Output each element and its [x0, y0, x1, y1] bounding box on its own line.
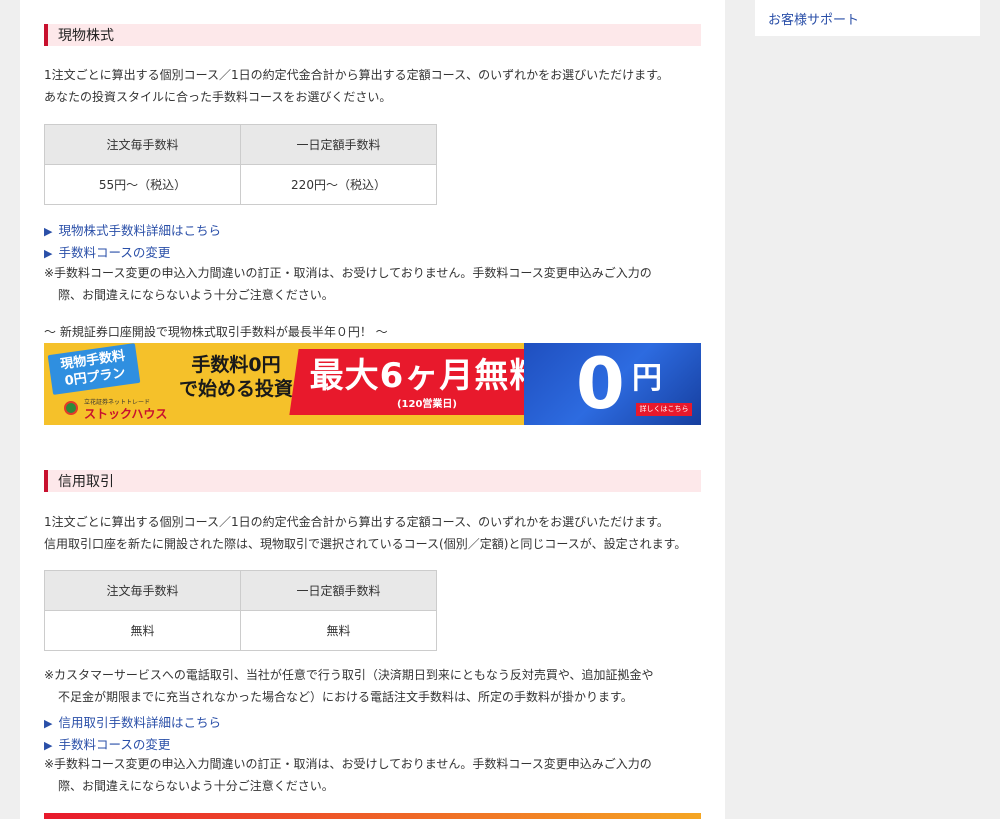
link-text: 現物株式手数料詳細はこちら — [58, 223, 221, 238]
table-header: 一日定額手数料 — [240, 124, 437, 165]
campaign-text: 〜 新規証券口座開設で現物株式取引手数料が最長半年０円！ 〜 — [44, 325, 388, 339]
logo-mark-icon — [64, 401, 78, 415]
spot-fee-detail-link[interactable]: ▶ 現物株式手数料詳細はこちら — [44, 220, 221, 239]
section-heading-text: 現物株式 — [58, 28, 114, 44]
intro-line: 1注文ごとに算出する個別コース／1日の約定代金合計から算出する定額コース、のいず… — [44, 515, 669, 529]
table-cell: 無料 — [240, 610, 437, 651]
second-banner-edge[interactable] — [44, 813, 701, 819]
margin-note-phone: ※カスタマーサービスへの電話取引、当社が任意で行う取引（決済期日到来にともなう反… — [44, 664, 704, 708]
section-heading-margin: 信用取引 — [44, 470, 701, 492]
banner-zero: 0 — [576, 343, 625, 425]
margin-fee-detail-link[interactable]: ▶ 信用取引手数料詳細はこちら — [44, 712, 221, 731]
table-header: 注文毎手数料 — [44, 570, 241, 611]
table-cell: 55円〜（税込） — [44, 164, 241, 205]
triangle-right-icon: ▶ — [44, 247, 53, 260]
table-cell: 220円〜（税込） — [240, 164, 437, 205]
spot-note: ※手数料コース変更の申込入力間違いの訂正・取消は、お受けしておりません。手数料コ… — [44, 262, 704, 306]
customer-support-link[interactable]: お客様サポート — [768, 9, 859, 28]
banner-tag: 現物手数料 0円プラン — [47, 343, 141, 395]
banner-copy-main: 手数料0円 で始める投資 — [166, 353, 306, 401]
margin-change-course-link[interactable]: ▶ 手数料コースの変更 — [44, 734, 170, 753]
link-text: 手数料コースの変更 — [58, 737, 171, 752]
intro-line: 信用取引口座を新たに開設された際は、現物取引で選択されているコース(個別／定額)… — [44, 537, 687, 551]
stockhouse-logo: 立花証券ネットトレード ストックハウス — [64, 399, 168, 421]
note-line: 際、お間違えにならないよう十分ご注意ください。 — [58, 288, 334, 302]
note-line: ※手数料コース変更の申込入力間違いの訂正・取消は、お受けしておりません。手数料コ… — [44, 266, 652, 280]
banner-copy-line: で始める投資 — [178, 378, 293, 400]
triangle-right-icon: ▶ — [44, 739, 53, 752]
logo-name: ストックハウス — [84, 407, 168, 421]
note-line: ※手数料コース変更の申込入力間違いの訂正・取消は、お受けしておりません。手数料コ… — [44, 757, 652, 771]
banner-yen: 円 — [632, 361, 662, 396]
triangle-right-icon: ▶ — [44, 225, 53, 238]
table-header: 一日定額手数料 — [240, 570, 437, 611]
table-header: 注文毎手数料 — [44, 124, 241, 165]
spot-intro: 1注文ごとに算出する個別コース／1日の約定代金合計から算出する定額コース、のいず… — [44, 64, 704, 108]
margin-intro: 1注文ごとに算出する個別コース／1日の約定代金合計から算出する定額コース、のいず… — [44, 511, 704, 555]
intro-line: 1注文ごとに算出する個別コース／1日の約定代金合計から算出する定額コース、のいず… — [44, 68, 669, 82]
note-line: 不足金が期限までに充当されなかった場合など）における電話注文手数料は、所定の手数… — [58, 690, 633, 704]
link-text: 手数料コースの変更 — [58, 245, 171, 260]
banner-detail-button[interactable]: 詳しくはこちら — [636, 403, 692, 416]
section-heading-text: 信用取引 — [58, 474, 114, 490]
triangle-right-icon: ▶ — [44, 717, 53, 730]
intro-line: あなたの投資スタイルに合った手数料コースをお選びください。 — [44, 90, 392, 104]
main-content: 現物株式 1注文ごとに算出する個別コース／1日の約定代金合計から算出する定額コー… — [20, 0, 725, 819]
spot-change-course-link[interactable]: ▶ 手数料コースの変更 — [44, 242, 170, 261]
banner-subline: (120営業日) — [396, 399, 457, 410]
link-text: 信用取引手数料詳細はこちら — [58, 715, 221, 730]
margin-note-course: ※手数料コース変更の申込入力間違いの訂正・取消は、お受けしておりません。手数料コ… — [44, 753, 704, 797]
sidebar-support-box: お客様サポート — [755, 0, 980, 36]
note-line: 際、お間違えにならないよう十分ご注意ください。 — [58, 779, 334, 793]
banner-headline: 最大6ヶ月無料 — [309, 356, 545, 396]
campaign-banner[interactable]: 現物手数料 0円プラン 立花証券ネットトレード ストックハウス 手数料0円 で始… — [44, 343, 701, 425]
banner-copy-line: 手数料0円 — [191, 354, 281, 376]
spot-fee-table: 注文毎手数料 一日定額手数料 55円〜（税込） 220円〜（税込） — [44, 124, 437, 205]
table-cell: 無料 — [44, 610, 241, 651]
margin-fee-table: 注文毎手数料 一日定額手数料 無料 無料 — [44, 570, 437, 651]
section-heading-spot: 現物株式 — [44, 24, 701, 46]
note-line: ※カスタマーサービスへの電話取引、当社が任意で行う取引（決済期日到来にともなう反… — [44, 668, 654, 682]
